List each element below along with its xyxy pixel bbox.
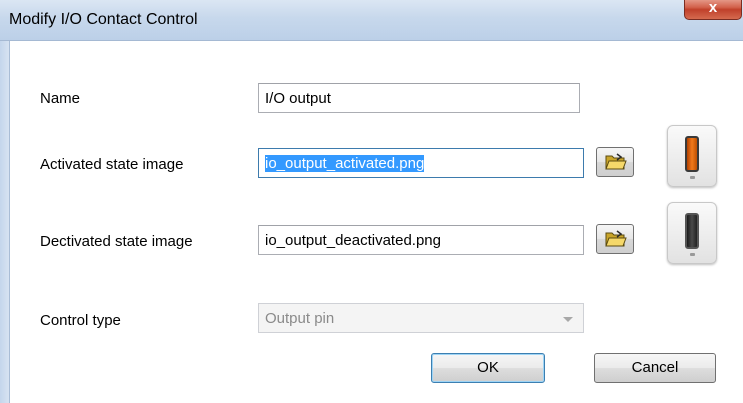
deactivated-image-input[interactable]: io_output_deactivated.png (258, 225, 584, 255)
open-folder-icon (605, 230, 627, 247)
open-folder-icon (605, 153, 627, 170)
name-input-value: I/O output (265, 89, 331, 107)
window-frame-left (0, 41, 10, 403)
preview-led (690, 253, 695, 256)
name-label: Name (40, 90, 81, 107)
browse-deactivated-button[interactable] (596, 224, 634, 254)
close-icon: x (708, 0, 718, 16)
deactivated-preview-image (667, 202, 717, 264)
activated-image-value: io_output_activated.png (265, 154, 425, 172)
switch-on-icon (685, 136, 699, 172)
title-bar[interactable]: Modify I/O Contact Control x (0, 0, 743, 41)
activated-image-input[interactable]: io_output_activated.png (258, 148, 584, 178)
control-type-value: Output pin (265, 309, 335, 327)
dialog-body: Name I/O output Activated state image io… (10, 41, 743, 403)
deactivated-image-value: io_output_deactivated.png (265, 231, 441, 249)
close-button[interactable]: x (684, 0, 742, 20)
browse-activated-button[interactable] (596, 147, 634, 177)
cancel-button[interactable]: Cancel (594, 353, 716, 383)
chevron-down-icon (563, 317, 573, 322)
activated-preview-image (667, 125, 717, 187)
switch-off-icon (685, 213, 699, 249)
ok-button[interactable]: OK (431, 353, 545, 383)
preview-led (690, 176, 695, 179)
window-title: Modify I/O Contact Control (9, 11, 198, 28)
deactivated-image-label: Dectivated state image (40, 233, 193, 250)
control-type-select[interactable]: Output pin (258, 303, 584, 333)
name-input[interactable]: I/O output (258, 83, 580, 113)
control-type-label: Control type (40, 312, 121, 329)
activated-image-label: Activated state image (40, 156, 184, 173)
